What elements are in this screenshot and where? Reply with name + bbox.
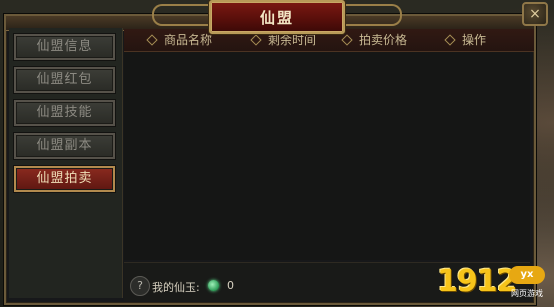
watermark-badge: yx	[509, 266, 545, 284]
help-icon[interactable]: ?	[130, 276, 150, 296]
sidebar-item-guild-dungeon[interactable]: 仙盟副本	[14, 133, 115, 159]
close-button[interactable]: ×	[522, 2, 548, 26]
guild-sidebar: 仙盟信息 仙盟红包 仙盟技能 仙盟副本 仙盟拍卖	[9, 28, 123, 298]
diamond-icon	[341, 33, 353, 46]
sidebar-item-guild-red-packet[interactable]: 仙盟红包	[14, 67, 115, 93]
currency-value: 0	[227, 279, 234, 292]
column-header-item-name[interactable]: 商品名称	[146, 29, 212, 51]
diamond-icon	[250, 33, 262, 46]
watermark-number: 1912	[437, 264, 517, 299]
auction-item-list	[124, 52, 530, 260]
column-header-action[interactable]: 操作	[444, 29, 486, 51]
sidebar-item-guild-skills[interactable]: 仙盟技能	[14, 100, 115, 126]
title-ornament-right	[340, 4, 402, 26]
site-watermark-logo: 1912 yx 网页游戏	[437, 264, 549, 304]
title-ornament-left	[152, 4, 214, 26]
diamond-icon	[146, 33, 158, 46]
sidebar-item-guild-auction[interactable]: 仙盟拍卖	[14, 166, 115, 192]
close-icon: ×	[529, 6, 541, 22]
watermark-subtitle: 网页游戏	[511, 289, 543, 298]
sidebar-item-guild-info[interactable]: 仙盟信息	[14, 34, 115, 60]
window-title: 仙盟	[209, 0, 345, 34]
column-header-auction-price[interactable]: 拍卖价格	[341, 29, 407, 51]
currency-label: 我的仙玉:	[152, 281, 200, 294]
jade-icon	[208, 280, 219, 291]
diamond-icon	[444, 33, 456, 46]
